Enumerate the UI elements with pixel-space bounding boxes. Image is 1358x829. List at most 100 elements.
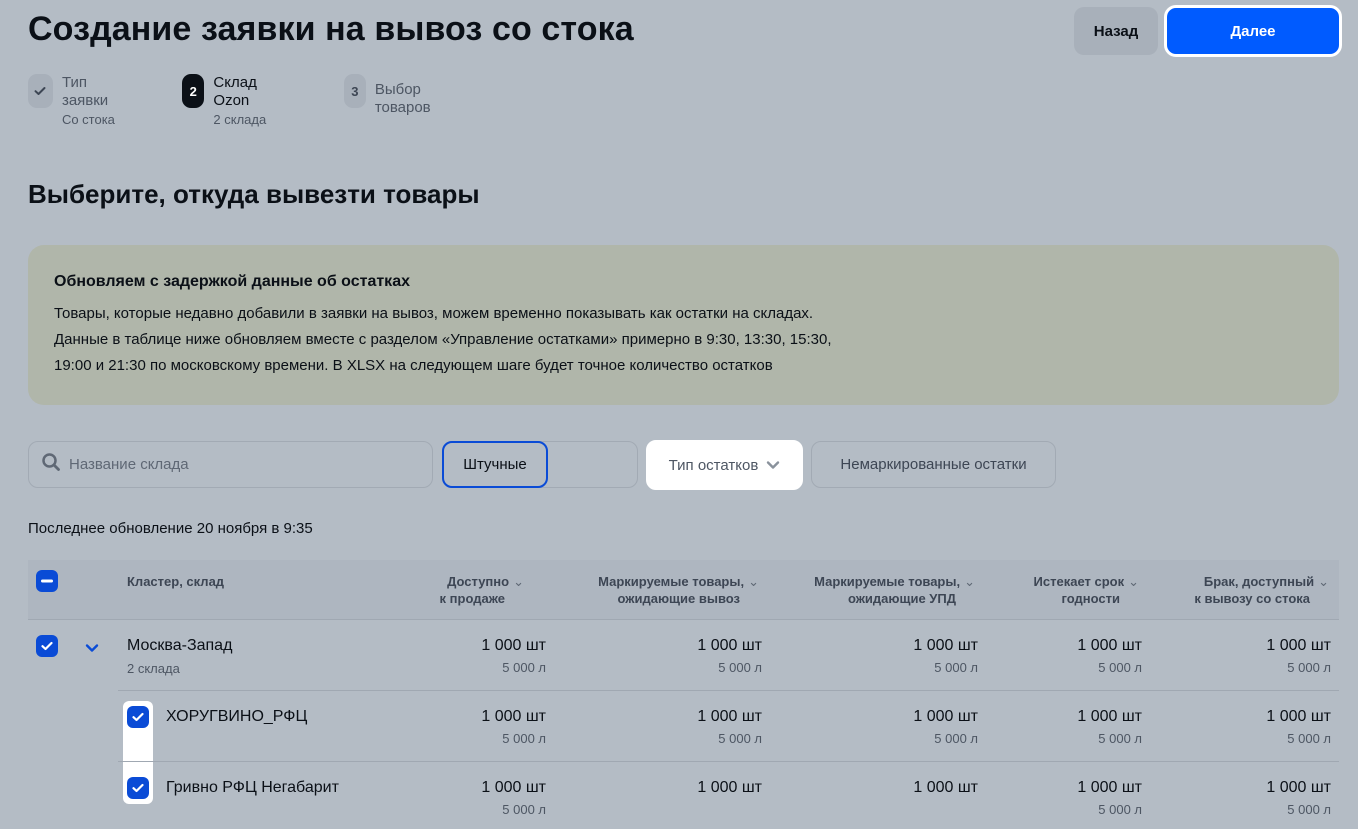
qty: 1 000 шт [697,637,762,654]
cell-defect: 1 000 шт 5 000 л [1266,779,1331,817]
warehouse-name: Гривно РФЦ Негабарит [166,779,339,796]
header-marked-awaiting-upd[interactable]: Маркируемые товары, ⌄ ожидающие УПД [814,573,975,607]
header-line: Доступно [447,574,510,589]
volume: 5 000 л [718,731,762,746]
volume: 5 000 л [718,660,762,675]
header-cluster[interactable]: Кластер, склад [127,573,224,590]
row-checkbox[interactable] [36,635,58,657]
search-input[interactable] [69,456,409,473]
unmarked-remains-chip[interactable]: Немаркированные остатки [811,441,1056,488]
header-line: Брак, доступный [1203,574,1315,589]
chevron-down-icon: ⌄ [1128,574,1139,589]
cell-marked-upd: 1 000 шт [913,779,978,797]
chevron-down-icon: ⌄ [964,574,975,589]
header-line: Маркируемые товары, [598,574,745,589]
check-icon [28,74,53,108]
table-row-cluster[interactable]: Москва-Запад 2 склада 1 000 шт 5 000 л 1… [28,620,1339,690]
cell-expiring: 1 000 шт 5 000 л [1077,708,1142,746]
cluster-name: Москва-Запад [127,637,233,654]
qty: 1 000 шт [913,637,978,654]
header-line: Истекает срок [1033,574,1125,589]
back-button[interactable]: Назад [1074,7,1158,55]
volume: 5 000 л [502,731,546,746]
qty: 1 000 шт [1266,708,1331,725]
row-checkbox[interactable] [127,706,149,728]
volume: 5 000 л [1098,731,1142,746]
qty: 1 000 шт [1077,779,1142,796]
step-request-type[interactable]: Тип заявки Со стока [28,74,117,128]
qty: 1 000 шт [1077,708,1142,725]
cell-marked-out: 1 000 шт 5 000 л [697,708,762,746]
cell-marked-upd: 1 000 шт 5 000 л [913,708,978,746]
section-title: Выберите, откуда вывезти товары [28,179,480,209]
cell-expiring: 1 000 шт 5 000 л [1077,637,1142,675]
volume: 5 000 л [502,802,546,817]
notice-line: Товары, которые недавно добавили в заявк… [54,305,814,322]
cell-defect: 1 000 шт 5 000 л [1266,637,1331,675]
select-all-checkbox[interactable] [36,570,58,592]
page-title: Создание заявки на вывоз со стока [28,10,634,48]
qty: 1 000 шт [481,779,546,796]
volume: 5 000 л [502,660,546,675]
chevron-down-icon[interactable] [85,640,99,658]
chevron-down-icon: ⌄ [748,574,759,589]
qty: 1 000 шт [481,708,546,725]
volume: 5 000 л [934,731,978,746]
cell-available: 1 000 шт 5 000 л [481,637,546,675]
step-title: Выбор товаров [374,81,431,116]
step-warehouse[interactable]: 2 Склад Ozon 2 склада [182,74,268,128]
volume: 5 000 л [1098,802,1142,817]
volume: 5 000 л [934,660,978,675]
last-update-text: Последнее обновление 20 ноября в 9:35 [28,520,313,537]
header-expiring[interactable]: Истекает срок ⌄ годности [1034,573,1139,607]
step-title: Тип заявки [61,74,109,109]
step-subtitle: 2 склада [213,112,267,127]
qty: 1 000 шт [913,708,978,725]
table-row-warehouse[interactable]: ХОРУГВИНО_РФЦ 1 000 шт 5 000 л 1 000 шт … [28,691,1339,761]
notice-line: 19:00 и 21:30 по московскому времени. В … [54,357,773,374]
dropdown-label: Тип остатков [668,456,759,474]
header-line: ожидающие УПД [847,591,956,606]
cell-marked-out: 1 000 шт [697,779,762,797]
table-header: Кластер, склад Доступно ⌄ к продаже Марки… [28,560,1339,620]
qty: 1 000 шт [481,637,546,654]
volume: 5 000 л [1287,731,1331,746]
header-line: годности [1061,591,1120,606]
cell-available: 1 000 шт 5 000 л [481,708,546,746]
qty: 1 000 шт [697,779,762,796]
cell-defect: 1 000 шт 5 000 л [1266,708,1331,746]
qty: 1 000 шт [1077,637,1142,654]
volume: 5 000 л [1287,660,1331,675]
qty: 1 000 шт [1266,637,1331,654]
cell-available: 1 000 шт 5 000 л [481,779,546,817]
warehouse-search[interactable] [28,441,433,488]
volume: 5 000 л [1287,802,1331,817]
header-defect[interactable]: Брак, доступный ⌄ к вывозу со стока [1194,573,1329,607]
chevron-down-icon: ⌄ [1318,574,1329,589]
step-goods[interactable]: 3 Выбор товаров [344,74,443,117]
notice-banner: Обновляем с задержкой данные об остатках… [28,245,1339,405]
cell-expiring: 1 000 шт 5 000 л [1077,779,1142,817]
segment-piece[interactable]: Штучные [442,441,548,488]
qty: 1 000 шт [1266,779,1331,796]
notice-line: Данные в таблице ниже обновляем вместе с… [54,331,832,348]
header-line: Маркируемые товары, [814,574,961,589]
qty: 1 000 шт [697,708,762,725]
chevron-down-icon [766,457,780,474]
volume: 5 000 л [1098,660,1142,675]
row-checkbox[interactable] [127,777,149,799]
header-line: к вывозу со стока [1194,591,1310,606]
next-button[interactable]: Далее [1164,5,1342,57]
warehouse-name: ХОРУГВИНО_РФЦ [166,708,308,725]
table-row-warehouse[interactable]: Гривно РФЦ Негабарит 1 000 шт 5 000 л 1 … [28,762,1339,829]
header-available[interactable]: Доступно ⌄ к продаже [440,573,524,607]
search-icon [41,452,61,477]
header-line: к продаже [439,591,505,606]
header-marked-awaiting-removal[interactable]: Маркируемые товары, ⌄ ожидающие вывоз [598,573,759,607]
remains-type-dropdown[interactable]: Тип остатков [646,440,803,490]
cell-marked-upd: 1 000 шт 5 000 л [913,637,978,675]
cluster-subtitle: 2 склада [127,661,180,676]
step-title: Склад Ozon [213,74,257,109]
step-number: 3 [344,74,366,108]
step-number: 2 [182,74,205,108]
